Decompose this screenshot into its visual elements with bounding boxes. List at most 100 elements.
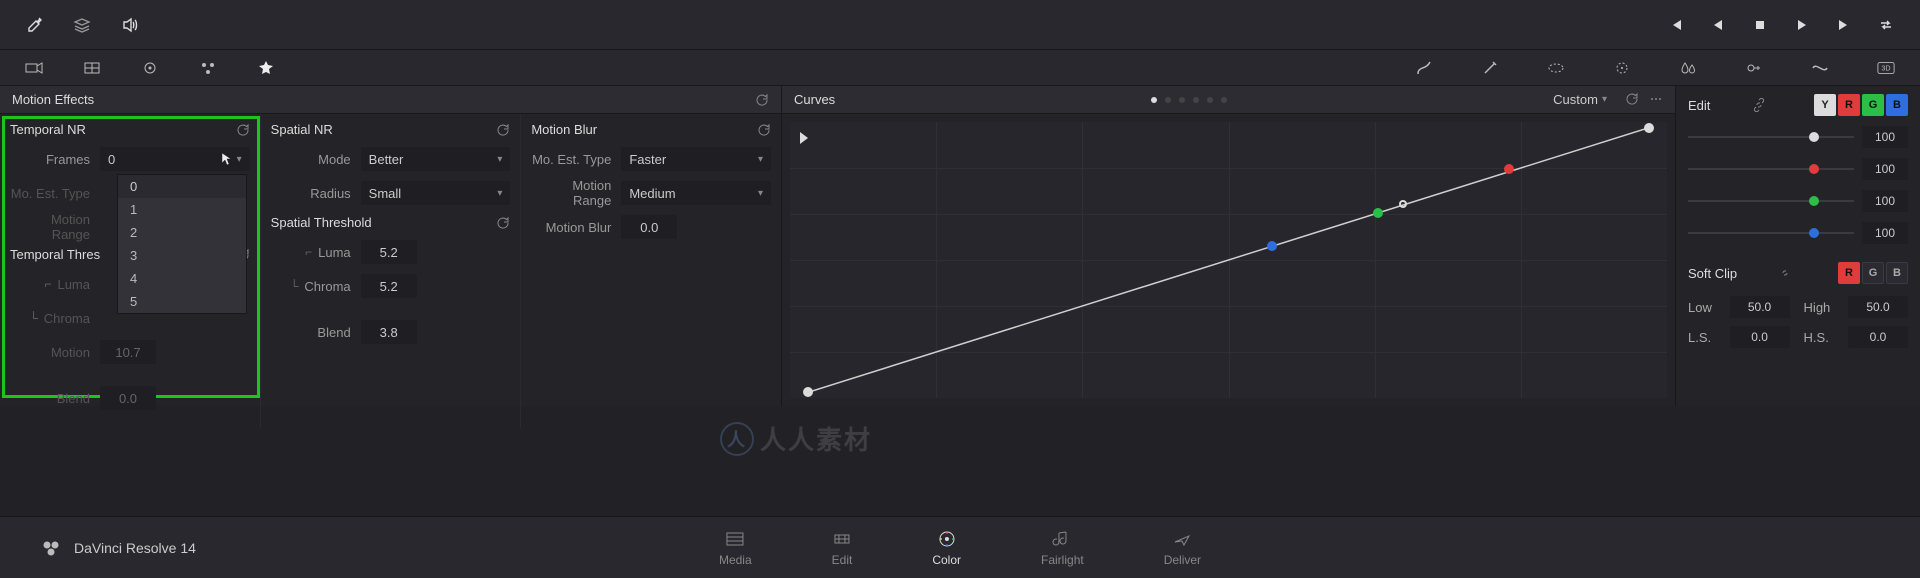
target-icon[interactable] — [141, 59, 159, 77]
play-reverse-icon[interactable] — [1709, 16, 1727, 34]
secondary-toolbar: 3D — [0, 50, 1920, 86]
channel-button-r[interactable]: R — [1838, 94, 1860, 116]
frames-dropdown-current[interactable]: 0 — [118, 175, 246, 198]
tracker-icon[interactable] — [1613, 59, 1631, 77]
radius-dropdown[interactable]: Small▾ — [361, 181, 511, 205]
app-logo-icon — [40, 537, 62, 559]
motion-range-label: Motion Range — [531, 178, 621, 208]
curve-point[interactable] — [1504, 164, 1514, 174]
section-title: Spatial NR — [271, 122, 333, 137]
tab-label: Fairlight — [1041, 553, 1084, 567]
slider-value[interactable]: 100 — [1862, 222, 1908, 244]
stop-icon[interactable] — [1751, 16, 1769, 34]
reset-icon[interactable] — [496, 216, 510, 230]
camera-icon[interactable] — [25, 59, 43, 77]
section-title: Motion Blur — [531, 122, 597, 137]
curve-point[interactable] — [803, 387, 813, 397]
drops-icon[interactable] — [1679, 59, 1697, 77]
reset-icon[interactable] — [1625, 92, 1639, 106]
channel-button-b[interactable]: B — [1886, 94, 1908, 116]
star-icon[interactable] — [257, 59, 275, 77]
chroma-value[interactable]: 5.2 — [361, 274, 417, 298]
slider-track[interactable] — [1688, 136, 1854, 138]
last-frame-icon[interactable] — [1835, 16, 1853, 34]
channel-button-y[interactable]: Y — [1814, 94, 1836, 116]
curve-point[interactable] — [1644, 123, 1654, 133]
slider-value[interactable]: 100 — [1862, 126, 1908, 148]
frames-option[interactable]: 4 — [118, 267, 246, 290]
low-label: Low — [1688, 300, 1716, 315]
mode-dropdown[interactable]: Better▾ — [361, 147, 511, 171]
page-tab-color[interactable]: Color — [932, 529, 961, 567]
frames-option[interactable]: 5 — [118, 290, 246, 313]
curve-point[interactable] — [1399, 200, 1407, 208]
slider-handle[interactable] — [1809, 196, 1819, 206]
hs-value[interactable]: 0.0 — [1848, 326, 1908, 348]
curves-pager[interactable] — [1151, 97, 1227, 103]
blend-value[interactable]: 3.8 — [361, 320, 417, 344]
page-tab-deliver[interactable]: Deliver — [1164, 529, 1201, 567]
first-frame-icon[interactable] — [1667, 16, 1685, 34]
curves-tool-icon[interactable] — [1415, 59, 1433, 77]
slider-handle[interactable] — [1809, 132, 1819, 142]
slider-handle[interactable] — [1809, 228, 1819, 238]
softclip-channel-g[interactable]: G — [1862, 262, 1884, 284]
softclip-channel-b[interactable]: B — [1886, 262, 1908, 284]
low-value[interactable]: 50.0 — [1730, 296, 1790, 318]
page-tab-edit[interactable]: Edit — [832, 529, 853, 567]
loop-icon[interactable] — [1877, 16, 1895, 34]
motion-value[interactable]: 10.7 — [100, 340, 156, 364]
curve-point[interactable] — [1373, 208, 1383, 218]
link-icon[interactable] — [1778, 266, 1792, 280]
wand-icon[interactable] — [1481, 59, 1499, 77]
link-icon: ⌐ — [44, 277, 51, 291]
slider-handle[interactable] — [1809, 164, 1819, 174]
spatial-nr-section: Spatial NR Mode Better▾ Radius Small▾ Sp… — [261, 114, 522, 428]
speaker-icon[interactable] — [121, 16, 139, 34]
frames-dropdown[interactable]: 0 ▾ — [100, 147, 250, 171]
frames-option[interactable]: 1 — [118, 198, 246, 221]
section-title: Temporal Thres — [10, 247, 100, 262]
link-icon: ⌐ — [305, 245, 312, 259]
channel-button-g[interactable]: G — [1862, 94, 1884, 116]
frames-option[interactable]: 2 — [118, 221, 246, 244]
mo-est-type-dropdown[interactable]: Faster▾ — [621, 147, 771, 171]
color-icon — [937, 529, 957, 549]
slider-track[interactable] — [1688, 168, 1854, 170]
slider-value[interactable]: 100 — [1862, 158, 1908, 180]
slider-track[interactable] — [1688, 232, 1854, 234]
stack-icon[interactable] — [73, 16, 91, 34]
play-icon[interactable] — [1793, 16, 1811, 34]
eyedropper-icon[interactable] — [25, 16, 43, 34]
ls-value[interactable]: 0.0 — [1730, 326, 1790, 348]
motion-range-dropdown[interactable]: Medium▾ — [621, 181, 771, 205]
high-label: High — [1804, 300, 1834, 315]
nodes-icon[interactable] — [199, 59, 217, 77]
luma-value[interactable]: 5.2 — [361, 240, 417, 264]
page-tab-fairlight[interactable]: Fairlight — [1041, 529, 1084, 567]
grid-icon[interactable] — [83, 59, 101, 77]
reset-icon[interactable] — [755, 93, 769, 107]
blend-value[interactable]: 0.0 — [100, 386, 156, 410]
reset-icon[interactable] — [757, 123, 771, 137]
softclip-channel-r[interactable]: R — [1838, 262, 1860, 284]
stabilizer-icon[interactable] — [1811, 59, 1829, 77]
reset-icon[interactable] — [496, 123, 510, 137]
slider-value[interactable]: 100 — [1862, 190, 1908, 212]
frames-option[interactable]: 3 — [118, 244, 246, 267]
deliver-icon — [1172, 529, 1192, 549]
link-icon[interactable] — [1752, 98, 1766, 112]
motion-blur-value[interactable]: 0.0 — [621, 215, 677, 239]
ellipse-icon[interactable] — [1547, 59, 1565, 77]
page-tab-media[interactable]: Media — [719, 529, 752, 567]
tab-label: Deliver — [1164, 553, 1201, 567]
high-value[interactable]: 50.0 — [1848, 296, 1908, 318]
reset-icon[interactable] — [236, 123, 250, 137]
curves-plot[interactable] — [790, 122, 1667, 398]
key-icon[interactable] — [1745, 59, 1763, 77]
more-icon[interactable] — [1649, 92, 1663, 106]
motion-effects-panel: Motion Effects Temporal NR Frames 0 ▾ — [0, 86, 782, 406]
slider-track[interactable] — [1688, 200, 1854, 202]
curves-mode-dropdown[interactable]: Custom▾ — [1553, 92, 1607, 107]
3d-icon[interactable]: 3D — [1877, 59, 1895, 77]
